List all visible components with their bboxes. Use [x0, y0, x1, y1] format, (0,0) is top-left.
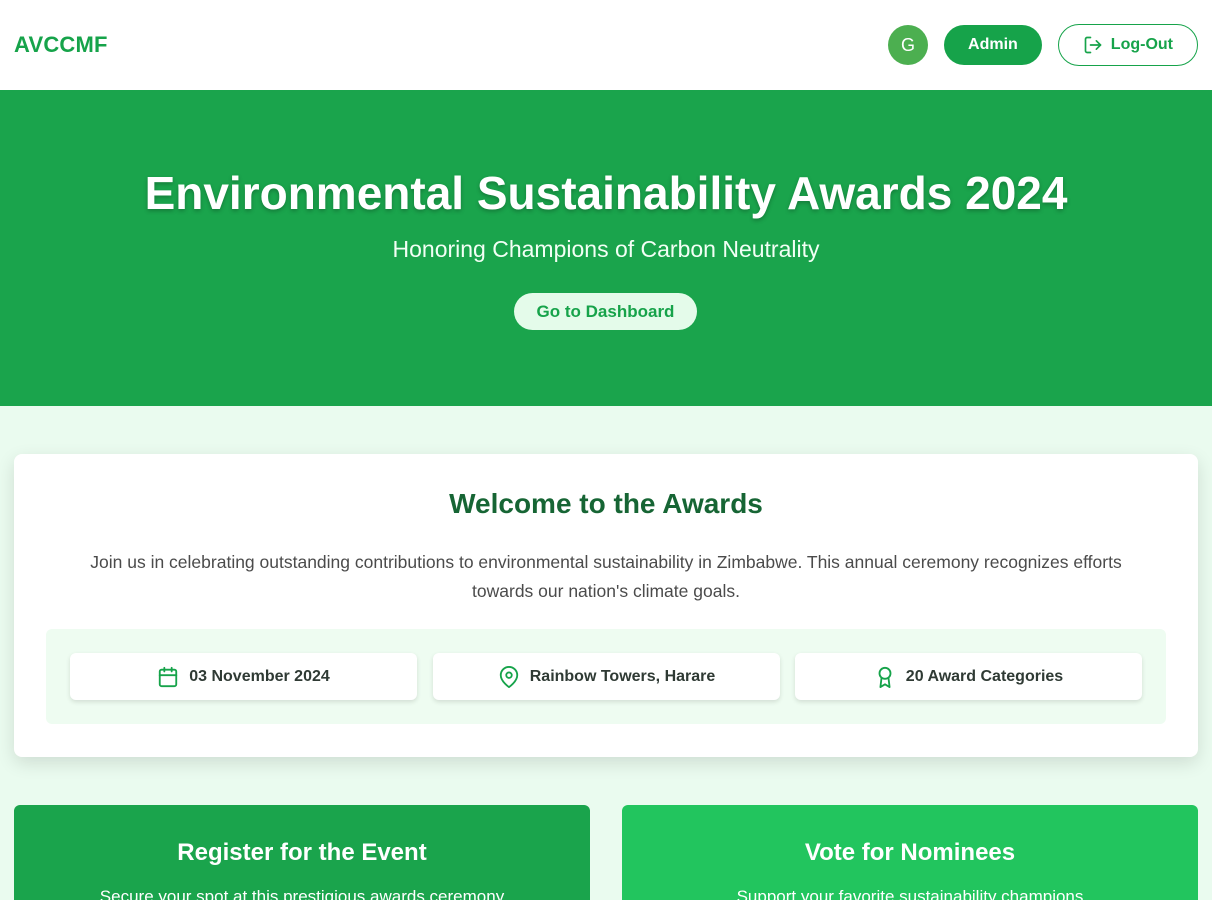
header-actions: G Admin Log-Out [888, 24, 1198, 66]
award-categories-card: 20 Award Categories [795, 653, 1142, 700]
map-pin-icon [499, 665, 518, 688]
brand-logo[interactable]: AVCCMF [14, 32, 108, 58]
hero-banner: Environmental Sustainability Awards 2024… [0, 90, 1212, 406]
register-card-text: Secure your spot at this prestigious awa… [99, 887, 505, 900]
go-to-dashboard-button[interactable]: Go to Dashboard [514, 293, 697, 330]
calendar-icon [159, 666, 178, 687]
top-navbar: AVCCMF G Admin Log-Out [0, 0, 1212, 90]
welcome-card: Welcome to the Awards Join us in celebra… [14, 454, 1198, 757]
event-venue-card: Rainbow Towers, Harare [433, 653, 780, 700]
award-icon [878, 666, 892, 688]
avatar[interactable]: G [888, 25, 929, 65]
welcome-title: Welcome to the Awards [449, 488, 763, 519]
vote-card-text: Support your favorite sustainability cha… [736, 887, 1084, 900]
award-categories-label: 20 Award Categories [905, 667, 1064, 685]
admin-button[interactable]: Admin [944, 25, 1042, 65]
logout-button[interactable]: Log-Out [1057, 24, 1198, 66]
event-info-panel: 03 November 2024 Rainbow Towers, Harare … [46, 629, 1166, 724]
logout-label: Log-Out [1110, 36, 1173, 53]
vote-card[interactable]: Vote for Nominees Support your favorite … [622, 805, 1198, 900]
welcome-description: Join us in celebrating outstanding contr… [90, 552, 1122, 601]
register-card-title: Register for the Event [177, 839, 427, 866]
hero-subtitle: Honoring Champions of Carbon Neutrality [392, 236, 820, 262]
logout-icon [1084, 36, 1102, 54]
event-date-card: 03 November 2024 [70, 653, 417, 700]
hero-title: Environmental Sustainability Awards 2024 [144, 167, 1068, 219]
event-date-label: 03 November 2024 [189, 667, 330, 685]
vote-card-title: Vote for Nominees [804, 839, 1016, 866]
event-venue-label: Rainbow Towers, Harare [529, 667, 716, 685]
register-card[interactable]: Register for the Event Secure your spot … [14, 805, 590, 900]
